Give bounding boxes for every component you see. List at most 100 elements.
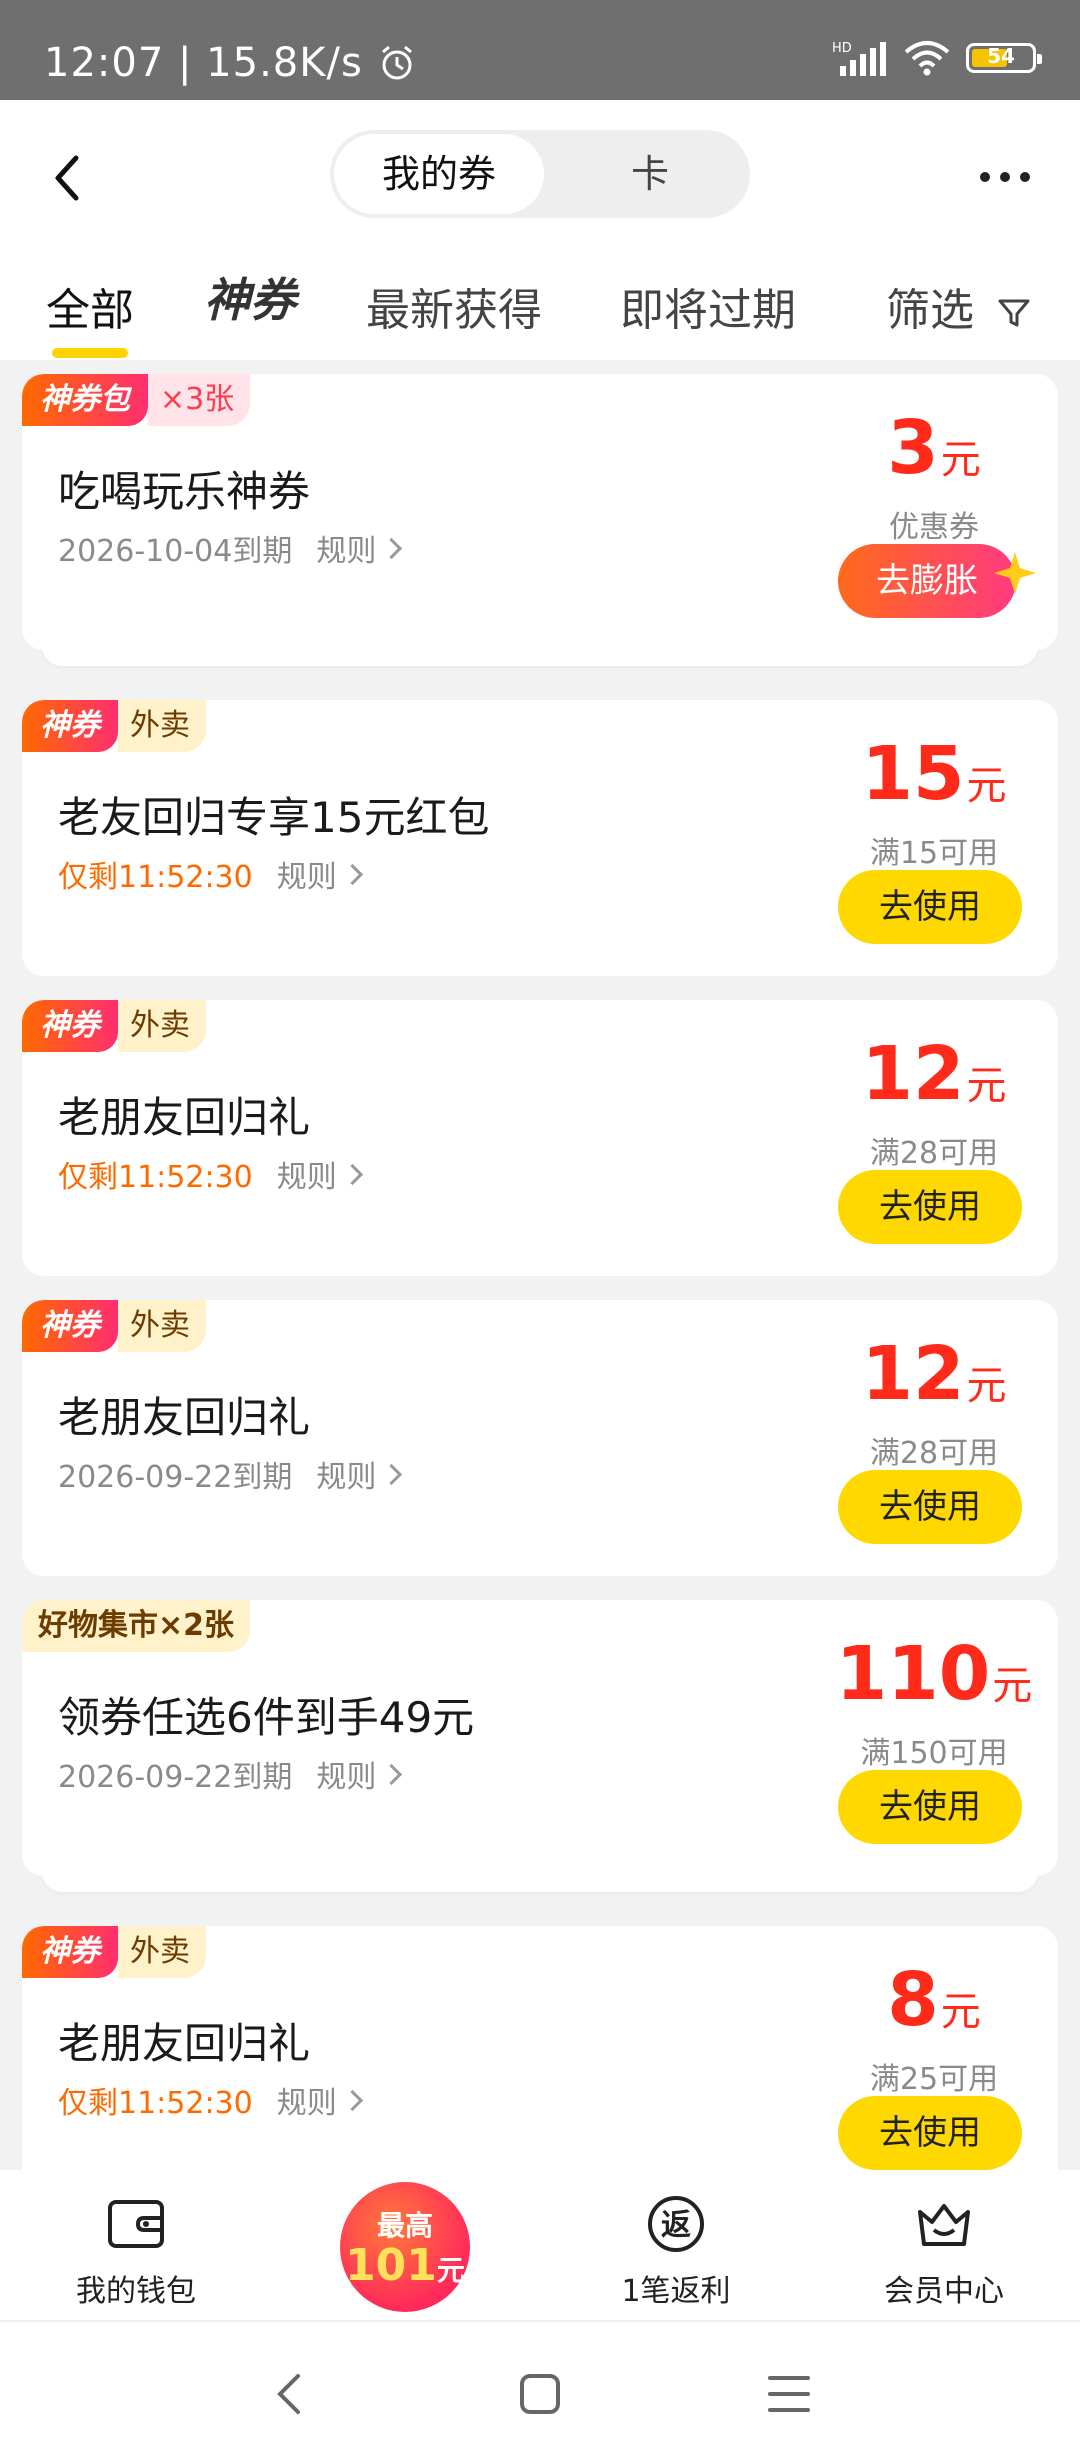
filter-tabs: 全部 神券 最新获得 即将过期 筛选 bbox=[0, 260, 1080, 360]
rebate-glyph: 返 bbox=[661, 2208, 691, 2243]
coupon-expiry: 2026-09-22到期 bbox=[58, 1760, 293, 1795]
amount-value: 12 bbox=[861, 1031, 965, 1117]
coupon-card[interactable]: 神券 外卖 老友回归专享15元红包 仅剩11:52:30 规则 15元 满15可… bbox=[22, 700, 1058, 976]
coupon-card[interactable]: 神券 外卖 老朋友回归礼 2026-09-22到期 规则 12元 满28可用 去… bbox=[22, 1300, 1058, 1576]
rule-link[interactable]: 规则 bbox=[316, 1752, 403, 1796]
bonus-badge[interactable]: 最高 101元 bbox=[340, 2182, 470, 2312]
coupon-title: 领券任选6件到手49元 bbox=[58, 1693, 475, 1742]
coupon-card[interactable]: 神券包 ×3张 吃喝玩乐神券 2026-10-04到期 规则 3元 优惠券 去膨… bbox=[22, 374, 1058, 650]
coupon-tag: 神券 外卖 bbox=[22, 700, 206, 752]
tag-main: 神券 bbox=[22, 1300, 118, 1352]
tab-latest[interactable]: 最新获得 bbox=[366, 274, 542, 338]
use-button[interactable]: 去使用 bbox=[838, 870, 1022, 944]
coupon-expiry: 2026-09-22到期 bbox=[58, 1460, 293, 1495]
dot-icon bbox=[980, 172, 990, 182]
coupon-countdown: 仅剩11:52:30 bbox=[58, 2086, 253, 2121]
coupon-condition: 优惠券 bbox=[889, 510, 979, 545]
rule-label: 规则 bbox=[276, 2086, 337, 2121]
rule-label: 规则 bbox=[276, 1160, 337, 1195]
coupon-tag: 神券 外卖 bbox=[22, 1926, 206, 1978]
rule-label: 规则 bbox=[316, 1760, 377, 1795]
amount-value: 110 bbox=[835, 1631, 991, 1717]
amount-value: 12 bbox=[861, 1331, 965, 1417]
rebate-label: 1笔返利 bbox=[621, 2274, 731, 2309]
coupon-value: 12元 满28可用 bbox=[834, 1334, 1034, 1472]
wallet-icon bbox=[108, 2200, 164, 2248]
amount-value: 15 bbox=[861, 731, 965, 817]
coupon-card[interactable]: 神券 外卖 老朋友回归礼 仅剩11:52:30 规则 8元 满25可用 去使用 bbox=[22, 1926, 1058, 2202]
member-label: 会员中心 bbox=[884, 2274, 1004, 2309]
status-time: 12:07 | 15.8K/s bbox=[44, 40, 363, 86]
rebate-icon: 返 bbox=[648, 2196, 704, 2252]
use-button[interactable]: 去使用 bbox=[838, 1770, 1022, 1844]
battery-icon: 54 bbox=[966, 43, 1042, 73]
bonus-amount-line: 101元 bbox=[340, 2244, 470, 2293]
coupon-tag: 好物集市×2张 bbox=[22, 1600, 251, 1652]
wallet-button[interactable]: 我的钱包 bbox=[36, 2192, 236, 2310]
rebate-button[interactable]: 返 1笔返利 bbox=[576, 2192, 776, 2310]
use-button[interactable]: 去使用 bbox=[838, 2096, 1022, 2170]
rule-link[interactable]: 规则 bbox=[276, 1152, 363, 1196]
tag-category: 外卖 bbox=[118, 700, 206, 752]
status-bar: 12:07 | 15.8K/s HD 54 bbox=[0, 0, 1080, 100]
coupon-condition: 满28可用 bbox=[869, 1436, 999, 1471]
segment-my-coupons[interactable]: 我的券 bbox=[334, 134, 544, 214]
chevron-right-icon bbox=[381, 537, 403, 559]
rule-label: 规则 bbox=[276, 860, 337, 895]
rule-link[interactable]: 规则 bbox=[276, 852, 363, 896]
use-button[interactable]: 去使用 bbox=[838, 1470, 1022, 1544]
nav-menu-icon[interactable] bbox=[766, 2372, 812, 2416]
system-nav-bar bbox=[0, 2322, 1080, 2460]
hd-label: HD bbox=[832, 41, 852, 56]
chevron-right-icon bbox=[341, 1163, 363, 1185]
coupon-meta: 2026-09-22到期 规则 bbox=[58, 1452, 403, 1496]
coupon-condition: 满25可用 bbox=[869, 2062, 999, 2097]
bonus-amount: 101 bbox=[345, 2240, 437, 2291]
coupon-condition: 满150可用 bbox=[860, 1736, 1008, 1771]
expand-button[interactable]: 去膨胀 bbox=[838, 544, 1016, 618]
coupon-countdown: 仅剩11:52:30 bbox=[58, 1160, 253, 1195]
coupon-meta: 仅剩11:52:30 规则 bbox=[58, 852, 363, 896]
more-menu-button[interactable] bbox=[980, 172, 1030, 182]
tab-filter[interactable]: 筛选 bbox=[886, 274, 1032, 338]
coupon-condition: 满15可用 bbox=[869, 836, 999, 871]
nav-back-icon[interactable] bbox=[270, 2370, 310, 2418]
coupon-meta: 2026-10-04到期 规则 bbox=[58, 526, 403, 570]
coupon-tag: 神券包 ×3张 bbox=[22, 374, 251, 426]
coupon-card[interactable]: 神券 外卖 老朋友回归礼 仅剩11:52:30 规则 12元 满28可用 去使用 bbox=[22, 1000, 1058, 1276]
back-icon[interactable] bbox=[40, 148, 100, 208]
coupon-condition: 满28可用 bbox=[869, 1136, 999, 1171]
rule-link[interactable]: 规则 bbox=[276, 2078, 363, 2122]
tag-category: 外卖 bbox=[118, 1000, 206, 1052]
segment-switch: 我的券 卡 bbox=[330, 130, 750, 218]
coupon-meta: 仅剩11:52:30 规则 bbox=[58, 2078, 363, 2122]
nav-home-icon[interactable] bbox=[516, 2370, 564, 2418]
member-center-button[interactable]: 会员中心 bbox=[844, 2192, 1044, 2310]
dot-icon bbox=[1000, 172, 1010, 182]
tab-all-label: 全部 bbox=[46, 285, 134, 336]
tag-main: 神券 bbox=[22, 1926, 118, 1978]
tab-shenquan[interactable]: 神券 bbox=[204, 264, 296, 330]
tag-main: 神券包 bbox=[22, 374, 148, 426]
amount-unit: 元 bbox=[992, 1663, 1033, 1709]
coupon-title: 老友回归专享15元红包 bbox=[58, 793, 490, 842]
wallet-label: 我的钱包 bbox=[76, 2274, 196, 2309]
segment-cards[interactable]: 卡 bbox=[550, 130, 750, 218]
use-button[interactable]: 去使用 bbox=[838, 1170, 1022, 1244]
amount-unit: 元 bbox=[966, 763, 1007, 809]
tab-all[interactable]: 全部 bbox=[46, 274, 134, 358]
chevron-right-icon bbox=[341, 863, 363, 885]
coupon-title: 吃喝玩乐神券 bbox=[58, 467, 311, 516]
coupon-amount: 3元 bbox=[834, 408, 1034, 500]
rule-link[interactable]: 规则 bbox=[316, 526, 403, 570]
coupon-amount: 12元 bbox=[834, 1034, 1034, 1126]
tab-expiring[interactable]: 即将过期 bbox=[620, 274, 796, 338]
tag-count: ×3张 bbox=[148, 374, 251, 426]
coupon-value: 15元 满15可用 bbox=[834, 734, 1034, 872]
rule-label: 规则 bbox=[316, 534, 377, 569]
tag-main: 神券 bbox=[22, 1000, 118, 1052]
coupon-card[interactable]: 好物集市×2张 领券任选6件到手49元 2026-09-22到期 规则 110元… bbox=[22, 1600, 1058, 1876]
bottom-bar: 我的钱包 最高 101元 返 1笔返利 会员中心 bbox=[0, 2170, 1080, 2322]
rule-link[interactable]: 规则 bbox=[316, 1452, 403, 1496]
amount-value: 8 bbox=[887, 1957, 939, 2043]
